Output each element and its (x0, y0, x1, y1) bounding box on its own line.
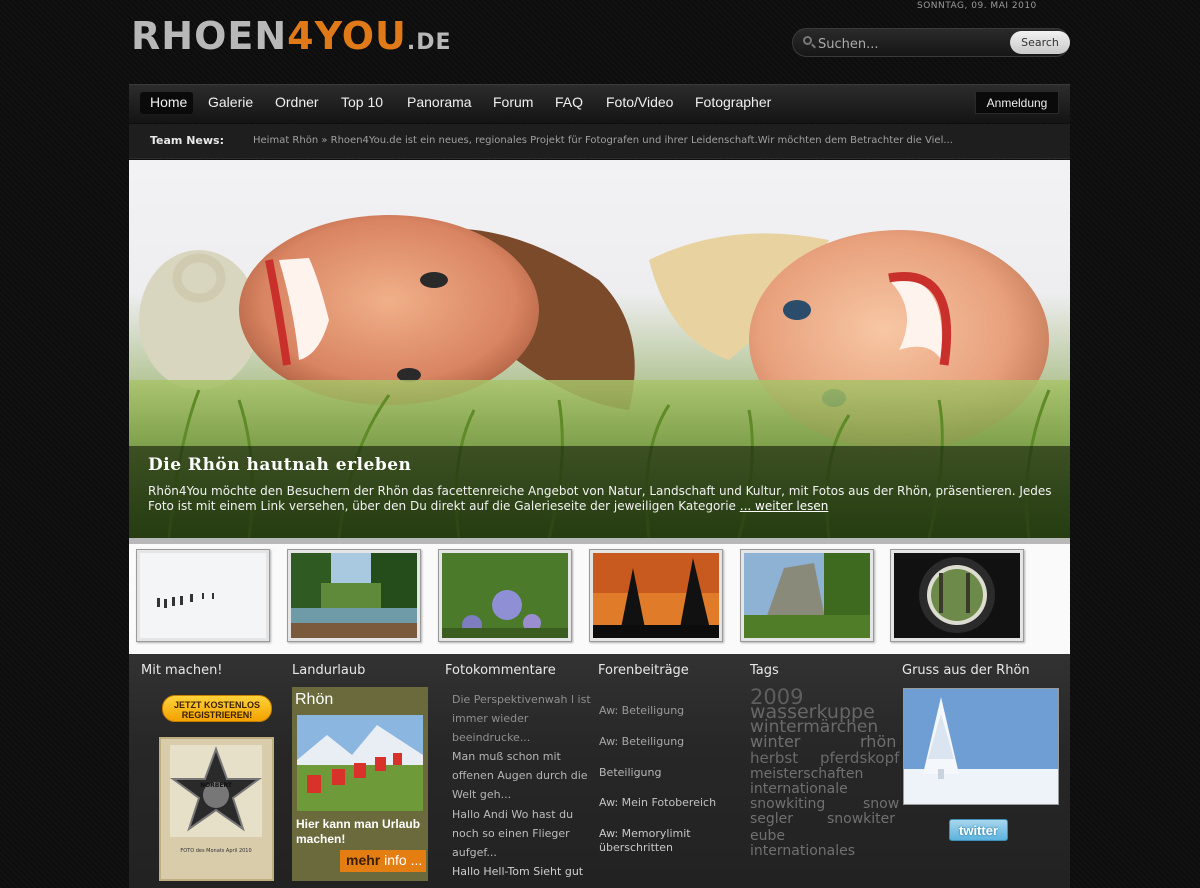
nav-item-foto-video[interactable]: Foto/Video (606, 94, 673, 110)
winter-greeting-photo[interactable] (903, 688, 1059, 805)
forum-item-5[interactable]: Aw: Memorylimit überschritten (599, 827, 729, 855)
column-title-tags: Tags (750, 663, 779, 678)
hero-title: Die Rhön hautnah erleben (148, 455, 412, 475)
thumbnail-image (894, 553, 1020, 638)
award-caption: FOTO des Monats April 2010 (180, 848, 252, 854)
forum-item-4[interactable]: Aw: Mein Fotobereich (599, 796, 729, 810)
forum-item-3[interactable]: Beteiligung (599, 766, 729, 780)
main-navigation (129, 84, 1070, 123)
logo-part-4you: 4YOU (287, 14, 407, 58)
tag-item[interactable]: meisterschaften (750, 767, 863, 781)
thumbnail-4[interactable] (589, 549, 723, 642)
comment-item-2[interactable]: Man muß schon mit offenen Augen durch di… (452, 747, 592, 804)
nav-item-top10[interactable]: Top 10 (341, 94, 383, 110)
column-title-gruss: Gruss aus der Rhön (902, 663, 1030, 678)
logo-part-de: .DE (406, 30, 452, 55)
tag-item[interactable]: pferdskopf (820, 751, 899, 766)
search-input[interactable] (818, 33, 1003, 55)
forum-item-1[interactable]: Aw: Beteiligung (599, 704, 729, 718)
tag-item[interactable]: snow (863, 797, 899, 811)
thumbnail-5[interactable] (740, 549, 874, 642)
twitter-button[interactable]: twitter (949, 819, 1008, 841)
login-button[interactable]: Anmeldung (975, 91, 1059, 114)
tag-item[interactable]: eube (750, 829, 785, 843)
landurlaub-photo (297, 715, 423, 811)
forum-item-2[interactable]: Aw: Beteiligung (599, 735, 729, 749)
thumbnail-3[interactable] (438, 549, 572, 642)
register-button[interactable]: JETZT KOSTENLOS REGISTRIEREN! (162, 695, 272, 722)
comment-item-1[interactable]: Die Perspektivenwah l ist immer wieder b… (452, 690, 592, 747)
search-button[interactable]: Search (1010, 31, 1070, 54)
thumbnail-image (140, 553, 266, 638)
nav-item-panorama[interactable]: Panorama (407, 94, 472, 110)
more-label-a: mehr (346, 852, 381, 868)
thumbnail-image (291, 553, 417, 638)
nav-item-faq[interactable]: FAQ (555, 94, 583, 110)
thumbnail-image (442, 553, 568, 638)
column-title-forenbeitraege: Forenbeiträge (598, 663, 689, 678)
star-icon (170, 745, 262, 837)
nav-item-galerie[interactable]: Galerie (208, 94, 253, 110)
more-label-b: info ... (380, 852, 423, 868)
thumbnail-1[interactable] (136, 549, 270, 642)
comment-item-3[interactable]: Hallo Andi Wo hast du noch so einen Flie… (452, 805, 592, 862)
site-logo[interactable]: RHOEN4YOU.DE (131, 14, 452, 65)
nav-item-forum[interactable]: Forum (493, 94, 533, 110)
hero-description: Rhön4You möchte den Besuchern der Rhön d… (148, 484, 1058, 514)
thumbnail-2[interactable] (287, 549, 421, 642)
winter-tree-image (904, 689, 1058, 804)
nav-item-home[interactable]: Home (150, 94, 187, 110)
tag-item[interactable]: snowkiting (750, 797, 825, 811)
current-date: SONNTAG, 09. MAI 2010 (917, 1, 1037, 11)
tag-item[interactable]: herbst (750, 751, 798, 766)
tag-item[interactable]: internationales (750, 844, 855, 858)
register-line-1: JETZT KOSTENLOS (173, 700, 260, 710)
comment-item-4[interactable]: Hallo Hell-Tom Sieht gut (452, 862, 592, 881)
thumbnail-image (744, 553, 870, 638)
nav-item-fotographer[interactable]: Fotographer (695, 94, 771, 110)
nav-item-ordner[interactable]: Ordner (275, 94, 319, 110)
logo-part-rhoen: RHOEN (131, 14, 288, 58)
hero-text-body: Rhön4You möchte den Besuchern der Rhön d… (148, 484, 1052, 513)
register-line-2: REGISTRIEREN! (181, 710, 253, 720)
tag-item[interactable]: snowkiter (827, 812, 895, 826)
tag-item[interactable]: rhön (860, 734, 896, 750)
column-title-landurlaub: Landurlaub (292, 663, 366, 678)
landurlaub-more-link[interactable]: mehr info ... (340, 850, 426, 872)
column-title-mitmachen: Mit machen! (141, 663, 223, 678)
column-title-fotokommentare: Fotokommentare (445, 663, 556, 678)
tag-item[interactable]: winter (750, 734, 800, 750)
news-text[interactable]: Heimat Rhön » Rhoen4You.de ist ein neues… (253, 135, 953, 146)
news-label: Team News: (150, 134, 224, 147)
tag-item[interactable]: segler (750, 812, 793, 826)
thumbnail-6[interactable] (890, 549, 1024, 642)
award-name: NORBERT (200, 782, 232, 789)
read-more-link[interactable]: ... weiter lesen (740, 499, 829, 513)
landurlaub-title: Rhön (295, 691, 334, 708)
landurlaub-text: Hier kann man Urlaub machen! (296, 817, 421, 846)
tag-item[interactable]: internationale (750, 782, 848, 796)
thumbnail-image (593, 553, 719, 638)
